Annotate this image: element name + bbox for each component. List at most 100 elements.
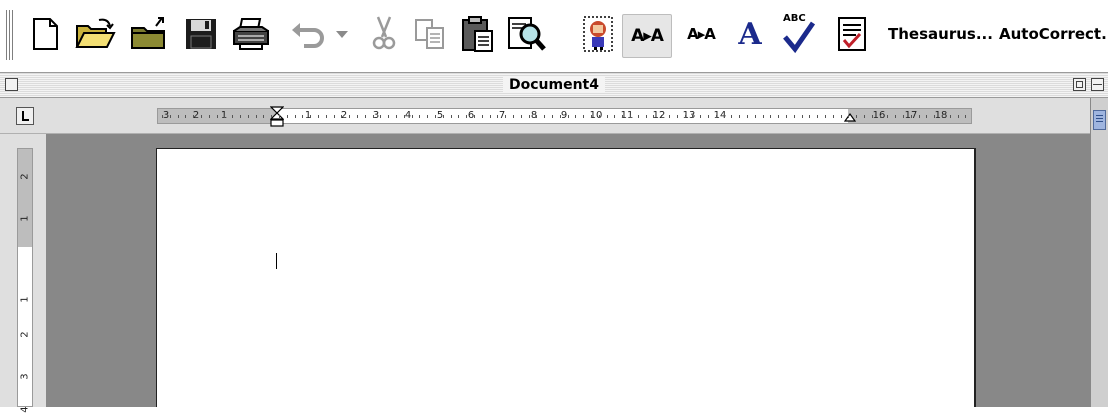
word-count-button[interactable]: [834, 8, 870, 60]
ruler-tick: [614, 115, 616, 118]
ruler-tick: [793, 115, 795, 118]
right-indent-marker[interactable]: [844, 112, 856, 122]
ruler-tick: [723, 115, 725, 118]
ruler-tick: [708, 115, 709, 118]
autocorrect-button[interactable]: AutoCorrect...: [999, 20, 1108, 48]
floppy-disk-icon: [186, 19, 216, 49]
ruler-tick: [263, 115, 265, 118]
ruler-tick: [474, 115, 475, 118]
ruler-tick: [754, 115, 756, 118]
collapse-box-button[interactable]: [1091, 78, 1104, 91]
ruler-tick: [630, 115, 631, 118]
font-button[interactable]: A: [730, 8, 770, 60]
ruler-tick: [544, 115, 546, 118]
cut-button[interactable]: [368, 8, 400, 60]
font-a-icon: A: [738, 16, 762, 52]
ruler-tick: [271, 115, 273, 118]
ruler-tick: [372, 115, 374, 118]
ruler-tick: [224, 115, 226, 118]
ruler-tick: [840, 115, 842, 118]
vertical-scrollbar[interactable]: [1090, 98, 1108, 407]
ruler-tick: [435, 115, 436, 118]
undo-dropdown-button[interactable]: [330, 8, 354, 60]
title-wrap: Document4: [0, 73, 1108, 97]
vertical-ruler[interactable]: 2 1 1 2 3 4: [17, 148, 33, 413]
text-cursor: [276, 253, 277, 269]
ruler-tick: [497, 115, 499, 118]
vertical-ruler-area: 2 1 1 2 3 4: [0, 134, 46, 413]
ruler-tick: [645, 115, 647, 118]
ruler-tick: [427, 115, 429, 118]
ruler-tick: [403, 115, 405, 118]
window-title: Document4: [503, 77, 605, 93]
shrink-font-button[interactable]: A▸A: [676, 8, 726, 60]
ruler-tick: [715, 115, 717, 118]
ruler-tick: [489, 115, 491, 118]
ruler-tick: [809, 115, 811, 118]
printer-icon: [233, 18, 269, 50]
open-web-button[interactable]: [126, 8, 172, 60]
ruler-tick: [770, 115, 772, 118]
ruler-tick: [583, 115, 585, 118]
ruler-tick: [177, 115, 179, 118]
ruler-tick: [934, 115, 936, 118]
ruler-tick: [622, 115, 624, 118]
ruler-tick: [247, 115, 249, 118]
zoom-box-button[interactable]: [1073, 78, 1086, 91]
ruler-tick: [411, 115, 413, 118]
paste-button[interactable]: [456, 8, 498, 60]
ruler-tick: [559, 115, 561, 118]
ruler-tick: [817, 115, 819, 118]
tab-stop-selector[interactable]: [16, 107, 34, 125]
print-button[interactable]: [228, 8, 274, 60]
shrink-font-icon: A▸A: [687, 25, 716, 43]
ruler-tick: [832, 115, 834, 118]
magnifier-icon: [508, 17, 546, 51]
ruler-tick: [762, 115, 764, 118]
undo-icon: [292, 23, 324, 48]
thesaurus-button[interactable]: Thesaurus...: [888, 20, 993, 48]
ruler-tick: [552, 115, 553, 118]
ruler-tick: [747, 115, 748, 118]
document-page[interactable]: [156, 148, 976, 407]
vertical-ruler-number: 1: [19, 296, 31, 303]
copy-button[interactable]: [410, 8, 450, 60]
ruler-tick: [333, 115, 335, 118]
vertical-ruler-number: 2: [19, 173, 31, 180]
ruler-tick: [653, 115, 655, 118]
spelling-button[interactable]: ABC: [776, 8, 822, 60]
print-preview-button[interactable]: [504, 8, 550, 60]
vertical-ruler-number: 1: [19, 215, 31, 222]
open-button[interactable]: [72, 8, 118, 60]
vertical-ruler-number: 2: [19, 331, 31, 338]
new-document-button[interactable]: [26, 8, 64, 60]
ruler-tick: [739, 115, 741, 118]
ruler-tick: [591, 115, 592, 118]
ruler-tick: [965, 115, 967, 118]
ruler-tick: [325, 115, 327, 118]
web-folder-icon: [131, 17, 165, 49]
scroll-thumb[interactable]: [1093, 110, 1106, 130]
ruler-tick: [310, 115, 312, 118]
ruler-tick: [193, 115, 195, 118]
undo-button[interactable]: [288, 8, 328, 60]
grow-font-button[interactable]: A▸A: [622, 14, 672, 58]
ruler-tick: [637, 115, 639, 118]
ruler-tick: [294, 115, 296, 118]
standard-toolbar: A▸A A▸A A ABC Thesaurus... AutoCorrect..…: [0, 0, 1108, 68]
toolbar-grip[interactable]: [6, 10, 14, 60]
window-title-bar[interactable]: Document4: [0, 72, 1108, 98]
ruler-tick: [357, 115, 358, 118]
ruler-tick: [396, 115, 397, 118]
ruler-tick: [942, 115, 943, 118]
ruler-tick: [419, 115, 421, 118]
office-assistant-button[interactable]: [580, 8, 616, 60]
ruler-tick: [286, 115, 288, 118]
ruler-tick: [364, 115, 366, 118]
ruler-tick: [208, 115, 210, 118]
ruler-tick: [661, 115, 663, 118]
ruler-tick: [887, 115, 889, 118]
horizontal-ruler[interactable]: 3211234567891011121314161718: [157, 106, 972, 127]
ruler-tick: [255, 115, 257, 118]
save-button[interactable]: [180, 8, 222, 60]
